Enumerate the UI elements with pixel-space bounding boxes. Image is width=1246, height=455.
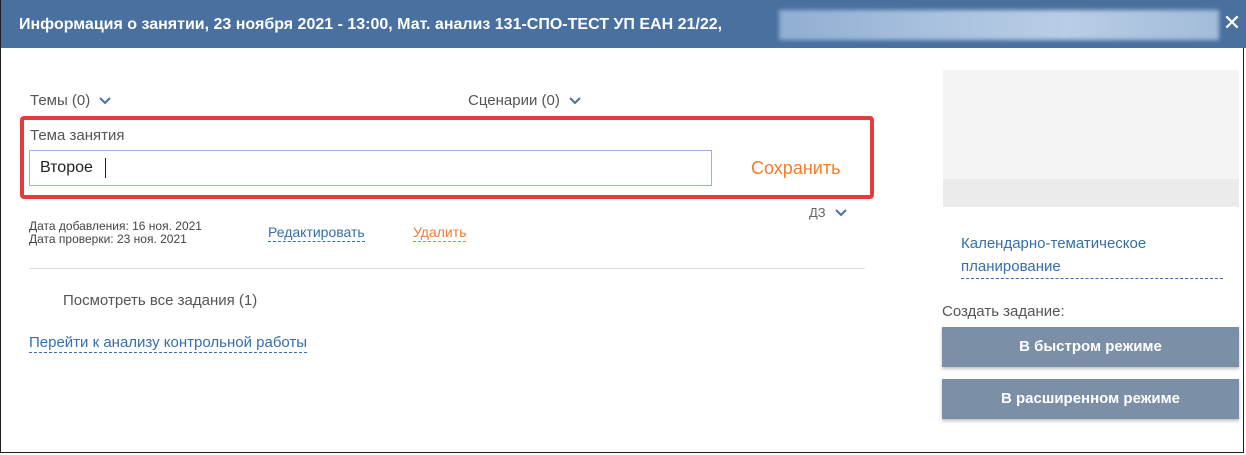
topic-input[interactable] — [29, 150, 712, 186]
thematic-planning-link-line1: Календарно-тематическое — [961, 235, 1147, 252]
extended-mode-button[interactable]: В расширенном режиме — [942, 379, 1239, 419]
create-task-label: Создать задание: — [942, 303, 1065, 320]
thematic-planning-link[interactable]: Календарно-тематическое планирование — [961, 232, 1223, 279]
save-button[interactable]: Сохранить — [751, 158, 840, 179]
lesson-info-dialog: Информация о занятии, 23 ноября 2021 - 1… — [0, 0, 1246, 453]
quick-mode-button[interactable]: В быстром режиме — [942, 327, 1239, 367]
scenarios-dropdown[interactable]: Сценарии (0) — [468, 92, 582, 109]
thematic-planning-link-line2: планирование — [961, 255, 1223, 279]
delete-link[interactable]: Удалить — [413, 224, 467, 242]
homework-dates: Дата добавления: 16 ноя. 2021 Дата прове… — [29, 220, 202, 246]
view-all-tasks-link[interactable]: Посмотреть все задания (1) — [63, 292, 257, 309]
topic-field-label: Тема занятия — [30, 127, 125, 144]
chevron-down-icon — [98, 96, 112, 106]
homework-dropdown-label: ДЗ — [809, 205, 826, 220]
edit-link[interactable]: Редактировать — [268, 224, 365, 242]
topics-dropdown[interactable]: Темы (0) — [30, 92, 112, 109]
divider — [29, 268, 865, 269]
test-analysis-link[interactable]: Перейти к анализу контрольной работы — [29, 334, 308, 353]
preview-panel — [943, 70, 1239, 207]
homework-dropdown[interactable]: ДЗ — [809, 205, 848, 220]
preview-footer-strip — [943, 179, 1239, 207]
dialog-title: Информация о занятии, 23 ноября 2021 - 1… — [19, 16, 723, 33]
close-icon[interactable]: ✕ — [1221, 12, 1243, 34]
chevron-down-icon — [568, 96, 582, 106]
topics-dropdown-label: Темы (0) — [30, 92, 91, 109]
dialog-titlebar: Информация о занятии, 23 ноября 2021 - 1… — [1, 0, 1246, 48]
scenarios-dropdown-label: Сценарии (0) — [468, 92, 560, 109]
chevron-down-icon — [834, 208, 848, 218]
checked-date: Дата проверки: 23 ноя. 2021 — [29, 232, 187, 246]
redacted-title-area — [779, 10, 1219, 40]
text-caret — [105, 158, 106, 178]
